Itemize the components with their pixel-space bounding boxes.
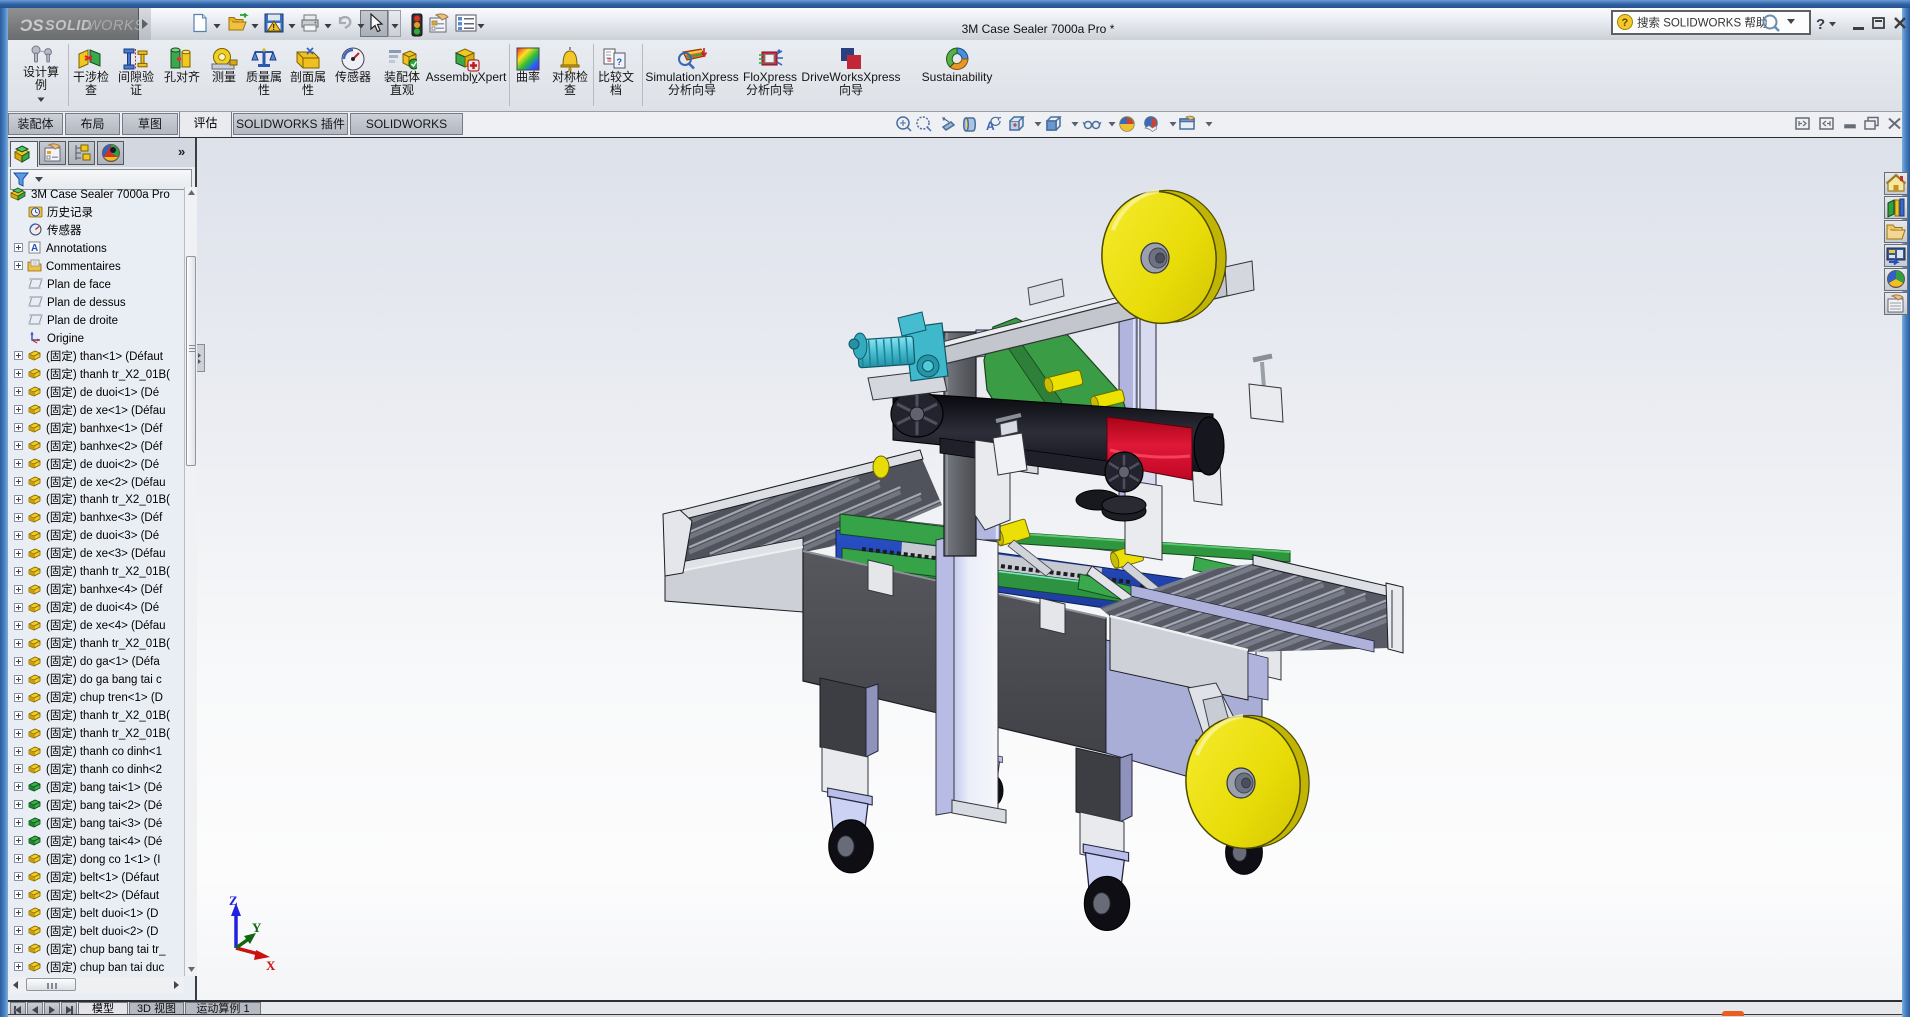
svg-text:A: A — [31, 243, 38, 254]
svg-text:?: ? — [617, 57, 623, 67]
svg-text:WORKS: WORKS — [87, 18, 139, 34]
svg-text:ƆS: ƆS — [20, 16, 44, 35]
svg-text:!: ! — [272, 23, 275, 32]
svg-text:?: ? — [1816, 16, 1825, 33]
svg-text:=: = — [607, 56, 612, 65]
svg-text:搜索 SOLIDWORKS 帮助: 搜索 SOLIDWORKS 帮助 — [1637, 16, 1767, 30]
svg-text:X: X — [266, 958, 276, 973]
svg-text:SOLID: SOLID — [45, 18, 92, 34]
svg-text:Z: Z — [229, 893, 238, 908]
svg-text:?: ? — [1622, 17, 1629, 29]
svg-text:Y: Y — [252, 920, 262, 935]
